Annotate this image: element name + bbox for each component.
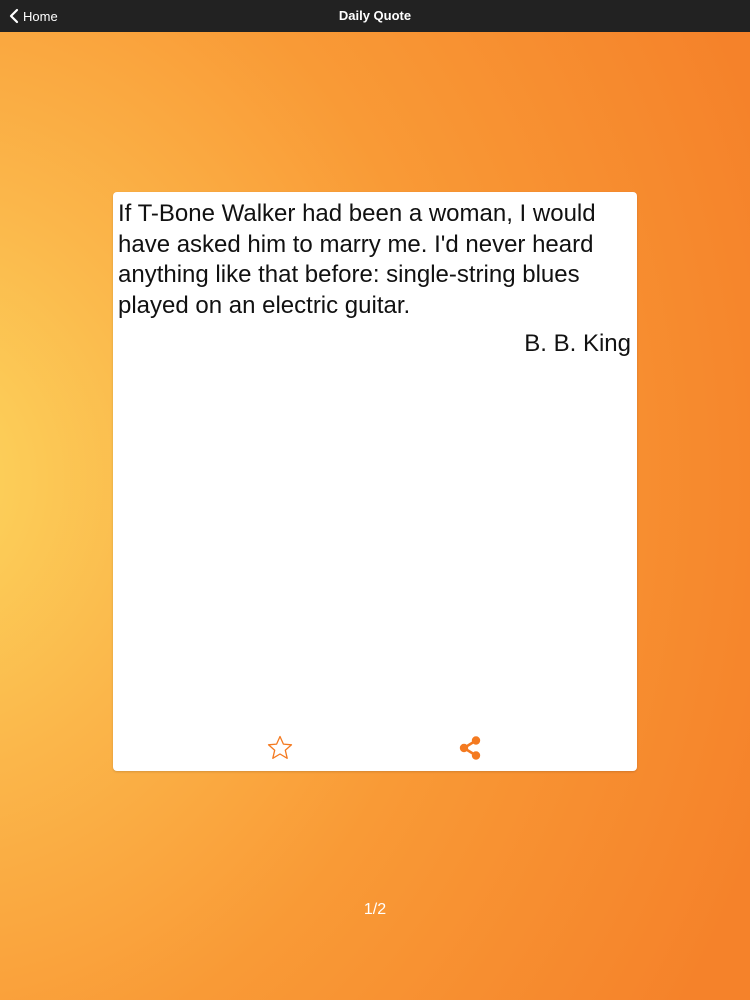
quote-author: B. B. King <box>524 330 631 357</box>
back-button[interactable]: Home <box>8 0 58 32</box>
page-indicator: 1/2 <box>363 901 387 918</box>
quote-text: If T-Bone Walker had been a woman, I wou… <box>118 200 596 319</box>
share-button[interactable] <box>454 732 486 764</box>
page-title: Daily Quote <box>338 8 412 23</box>
back-button-label: Home <box>23 8 58 24</box>
quote-card: If T-Bone Walker had been a woman, I wou… <box>113 192 637 771</box>
share-icon <box>459 736 481 760</box>
star-outline-icon <box>267 735 293 759</box>
favorite-button[interactable] <box>264 732 296 764</box>
chevron-left-icon <box>9 8 19 24</box>
navigation-bar: Home Daily Quote <box>0 0 750 32</box>
